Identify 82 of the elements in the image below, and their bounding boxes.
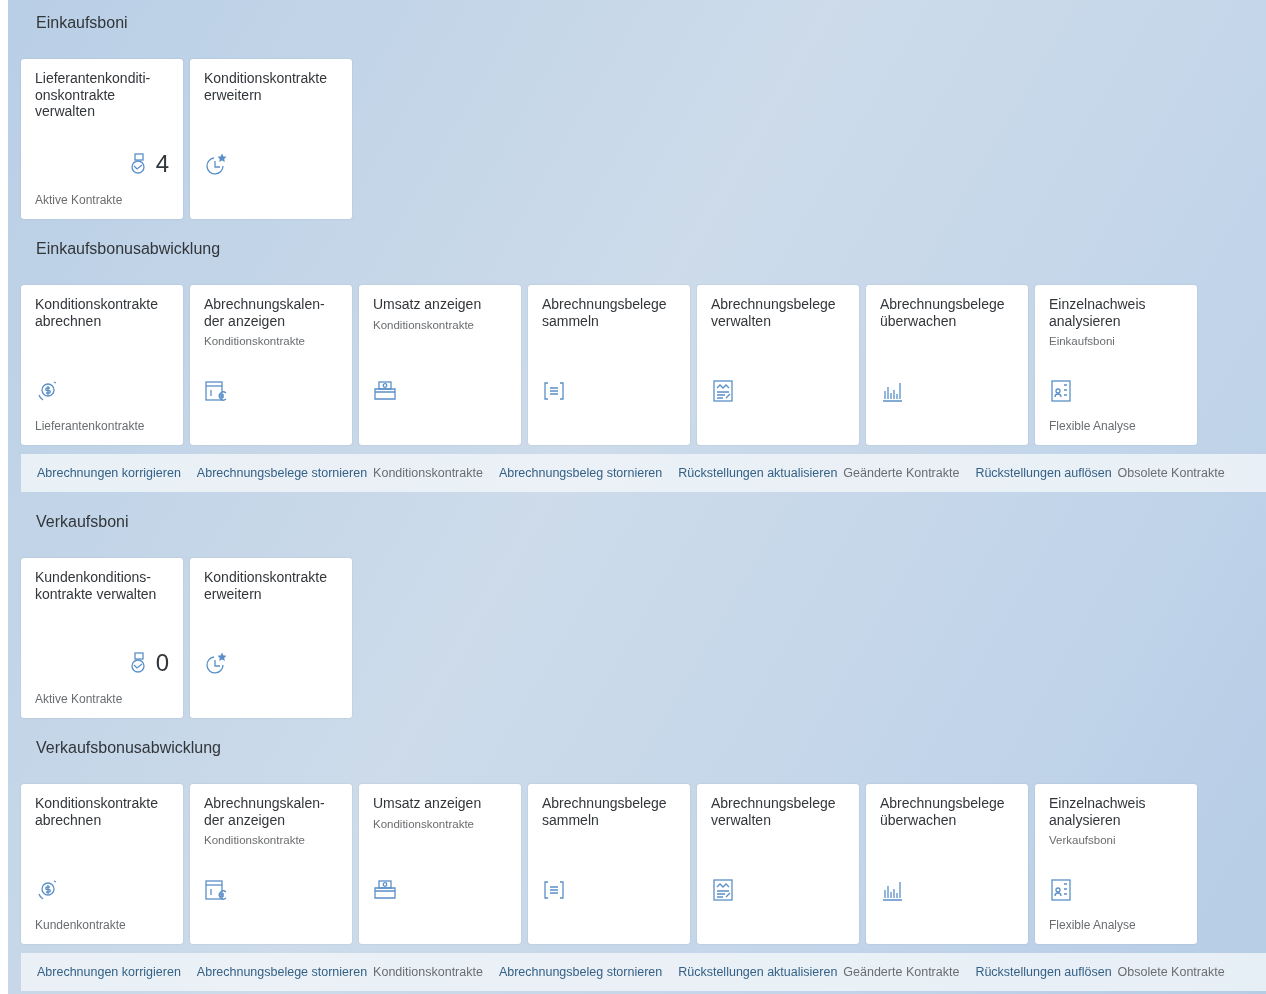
app-tile[interactable]: Abrechnungsbelege sammeln <box>528 285 690 445</box>
tile-footer: Lieferantenkontrakte <box>35 419 169 433</box>
link-subtitle: Obsolete Kontrakte <box>1117 965 1225 979</box>
tile-footer: Flexible Analyse <box>1049 419 1183 433</box>
app-link[interactable]: Abrechnungen korrigieren <box>37 965 181 979</box>
app-tile[interactable]: Abrechnungsbelege sammeln <box>528 784 690 944</box>
app-link[interactable]: Rückstellungen auflösen <box>975 466 1112 480</box>
calendar-euro-icon <box>204 379 228 403</box>
app-tile[interactable]: Abrechnungsbelege überwachen <box>866 784 1028 944</box>
tile-title: Abrechnungsbelege verwalten <box>711 795 837 828</box>
tile-title: Konditionskontrakte erweitern <box>204 70 328 103</box>
tile-title: Konditionskontrakte erweitern <box>204 569 328 602</box>
tile-title: Abrechnungsbelege sammeln <box>542 296 668 329</box>
app-tile[interactable]: Konditionskontrakte erweitern <box>190 59 352 219</box>
tile-count: 0 <box>155 649 169 677</box>
app-tile[interactable]: Konditionskontrakte erweitern <box>190 558 352 718</box>
app-link[interactable]: Abrechnungsbeleg stornieren <box>498 965 663 979</box>
app-link[interactable]: Rückstellungen auflösen <box>975 965 1112 979</box>
tile-count: 4 <box>155 150 169 178</box>
clock-star-icon <box>204 153 228 177</box>
app-tile[interactable]: Abrechnungsbelege überwachen <box>866 285 1028 445</box>
tile-subtitle: Konditionskontrakte <box>204 335 306 347</box>
app-link[interactable]: Abrechnungen korrigieren <box>37 466 181 480</box>
clock-star-icon <box>204 652 228 676</box>
tile-title: Abrechnungsbelege überwachen <box>880 296 1006 329</box>
tile-subtitle: Konditionskontrakte <box>373 817 475 830</box>
tile-subtitle: Einkaufsboni <box>1049 335 1116 347</box>
tile-footer: Aktive Kontrakte <box>35 692 169 706</box>
cash-drawer-icon <box>373 878 397 902</box>
tile-title: Umsatz anzeigen <box>373 296 483 313</box>
app-link[interactable]: Abrechnungsbelege stornieren <box>196 466 368 480</box>
app-tile[interactable]: Konditionskontrakte abrechnen Kundenkontrakte <box>21 784 183 944</box>
app-tile[interactable]: Abrechnungskalen-der anzeigen Konditionskontrakte <box>190 784 352 944</box>
link-subtitle: Konditionskontrakte <box>373 466 483 480</box>
app-link[interactable]: Rückstellungen aktualisieren <box>678 965 838 979</box>
tile-title: Kundenkonditions-kontrakte verwalten <box>35 569 158 602</box>
app-tile[interactable]: Umsatz anzeigen Konditionskontrakte <box>359 285 521 445</box>
tile-title: Abrechnungsbelege sammeln <box>542 795 668 828</box>
group-title: Einkaufsbonusabwicklung <box>35 239 222 259</box>
tile-subtitle: Konditionskontrakte <box>204 834 306 846</box>
tile-subtitle: Verkaufsboni <box>1049 834 1117 846</box>
calendar-euro-icon <box>204 878 228 902</box>
tile-footer: Flexible Analyse <box>1049 918 1183 932</box>
tile-title: Abrechnungskalen-der anzeigen <box>204 795 326 828</box>
app-tile[interactable]: Abrechnungsbelege verwalten <box>697 784 859 944</box>
list-icon <box>542 878 566 902</box>
link-subtitle: Obsolete Kontrakte <box>1117 466 1225 480</box>
group-title: Einkaufsboni <box>35 13 129 33</box>
tile-footer: Aktive Kontrakte <box>35 193 169 207</box>
tile-title: Einzelnachweis analysieren <box>1049 795 1147 828</box>
app-tile[interactable]: Umsatz anzeigen Konditionskontrakte <box>359 784 521 944</box>
group-title: Verkaufsbonusabwicklung <box>35 738 222 758</box>
app-tile[interactable]: Einzelnachweis analysieren Einkaufsboni Flexible Analyse <box>1035 285 1197 445</box>
link-subtitle: Geänderte Kontrakte <box>843 466 960 480</box>
group-title: Verkaufsboni <box>35 512 130 532</box>
tile-title: Lieferantenkonditi-onskontrakte verwalten <box>35 70 152 120</box>
app-tile[interactable]: Abrechnungsbelege verwalten <box>697 285 859 445</box>
tile-title: Einzelnachweis analysieren <box>1049 296 1147 329</box>
link-subtitle: Konditionskontrakte <box>373 965 483 979</box>
app-tile[interactable]: Kundenkonditions-kontrakte verwalten 0 Aktive Kontrakte <box>21 558 183 718</box>
tile-footer: Kundenkontrakte <box>35 918 169 932</box>
list-icon <box>542 379 566 403</box>
tile-title: Abrechnungskalen-der anzeigen <box>204 296 326 329</box>
tile-subtitle: Konditionskontrakte <box>373 318 475 331</box>
app-tile[interactable]: Konditionskontrakte abrechnen Lieferantenkontrakte <box>21 285 183 445</box>
tile-title: Konditionskontrakte abrechnen <box>35 795 159 828</box>
app-tile[interactable]: Abrechnungskalen-der anzeigen Konditionskontrakte <box>190 285 352 445</box>
cash-drawer-icon <box>373 379 397 403</box>
document-chart-icon <box>711 379 735 403</box>
app-tile[interactable]: Lieferantenkonditi-onskontrakte verwalten 4 Aktive Kontrakte <box>21 59 183 219</box>
app-tile[interactable]: Einzelnachweis analysieren Verkaufsboni Flexible Analyse <box>1035 784 1197 944</box>
tile-title: Abrechnungsbelege überwachen <box>880 795 1006 828</box>
app-link[interactable]: Rückstellungen aktualisieren <box>678 466 838 480</box>
person-document-icon <box>1049 379 1073 403</box>
tile-title: Konditionskontrakte abrechnen <box>35 296 159 329</box>
link-subtitle: Geänderte Kontrakte <box>843 965 960 979</box>
app-link[interactable]: Abrechnungsbelege stornieren <box>196 965 368 979</box>
tile-title: Abrechnungsbelege verwalten <box>711 296 837 329</box>
document-chart-icon <box>711 878 735 902</box>
app-link[interactable]: Abrechnungsbeleg stornieren <box>498 466 663 480</box>
tile-title: Umsatz anzeigen <box>373 795 483 812</box>
person-document-icon <box>1049 878 1073 902</box>
